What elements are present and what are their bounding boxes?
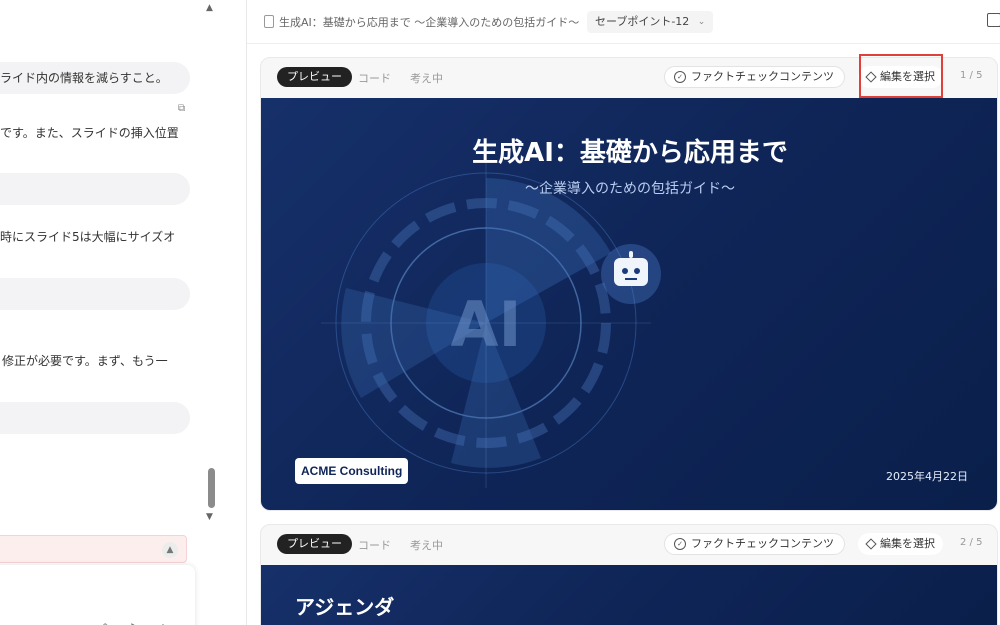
diamond-icon — [865, 71, 877, 83]
edit-select-button[interactable]: 編集を選択 — [858, 533, 943, 555]
edit-select-label: 編集を選択 — [880, 537, 935, 550]
edit-icon[interactable]: ⧉ — [178, 103, 185, 114]
tab-thinking[interactable]: 考え中 — [410, 537, 443, 553]
chat-panel: ライド内の情報を減らすこと。 ⧉ です。また、スライドの挿入位置 時にスライド5… — [0, 0, 220, 625]
page-indicator: 1 / 5 — [960, 70, 983, 81]
slide-preview[interactable]: AI 生成AI：基礎から応用まで ～企業導入のための包括ガイド～ ACME Co… — [261, 98, 997, 510]
add-icon[interactable]: + — [158, 621, 168, 625]
preview-panel: 生成AI：基礎から応用まで ～企業導入のための包括ガイド～ セーブポイント-12… — [246, 0, 1000, 625]
chat-message-text: です。また、スライドの挿入位置 — [0, 126, 179, 140]
card-toolbar: プレビュー コード 考え中 ✓ ファクトチェックコンテンツ 編集を選択 1 / … — [261, 58, 997, 98]
slide-card: プレビュー コード 考え中 ✓ ファクトチェックコンテンツ 編集を選択 2 / … — [260, 524, 998, 625]
tab-thinking[interactable]: 考え中 — [410, 70, 443, 86]
chat-message-bubble — [0, 402, 190, 434]
diamond-icon — [865, 538, 877, 550]
tab-code[interactable]: コード — [358, 70, 391, 86]
chat-message-bubble — [0, 278, 190, 310]
chat-message-bubble — [0, 173, 190, 205]
fact-check-label: ファクトチェックコンテンツ — [691, 537, 834, 550]
slide-preview[interactable]: アジェンダ — [261, 565, 997, 625]
chat-input-card[interactable]: ✎ ♪ + — [0, 565, 195, 625]
slide-subtitle: ～企業導入のための包括ガイド～ — [525, 181, 735, 197]
scrollbar-thumb[interactable] — [208, 468, 215, 508]
chat-message-bubble: ライド内の情報を減らすこと。 — [0, 62, 190, 94]
check-circle-icon: ✓ — [674, 71, 686, 83]
fact-check-button[interactable]: ✓ ファクトチェックコンテンツ — [664, 533, 845, 555]
ai-graphic-text: AI — [450, 288, 521, 361]
card-toolbar: プレビュー コード 考え中 ✓ ファクトチェックコンテンツ 編集を選択 2 / … — [261, 525, 997, 565]
chat-message-text: 修正が必要です。まず、もう一 — [2, 354, 168, 368]
slide-title: 生成AI：基礎から応用まで — [472, 138, 788, 168]
scroll-down-arrow[interactable]: ▼ — [206, 512, 213, 522]
tab-code[interactable]: コード — [358, 537, 391, 553]
slide-date: 2025年4月22日 — [886, 470, 968, 483]
check-circle-icon: ✓ — [674, 538, 686, 550]
preview-header: 生成AI：基礎から応用まで ～企業導入のための包括ガイド～ セーブポイント-12… — [247, 0, 1000, 44]
edit-select-label: 編集を選択 — [880, 70, 935, 83]
ai-circuit-graphic: AI — [321, 158, 651, 488]
chevron-up-icon[interactable]: ▲ — [162, 542, 178, 558]
slide-title: アジェンダ — [295, 595, 395, 619]
page-indicator: 2 / 5 — [960, 537, 983, 548]
chat-message-text: 時にスライド5は大幅にサイズオ — [0, 230, 176, 244]
company-badge: ACME Consulting — [295, 458, 409, 484]
attach-icon[interactable]: ✎ — [102, 621, 112, 625]
chat-message-text: ライド内の情報を減らすこと。 — [0, 71, 168, 85]
chevron-down-icon: ⌄ — [697, 17, 706, 27]
edit-select-button[interactable]: 編集を選択 — [858, 66, 943, 88]
tab-preview[interactable]: プレビュー — [277, 534, 352, 554]
notice-box[interactable]: ▲ — [0, 535, 187, 563]
robot-eye — [634, 268, 640, 274]
robot-eye — [622, 268, 628, 274]
doc-icon — [264, 15, 274, 28]
save-point-label: セーブポイント-12 — [595, 15, 690, 28]
external-link-icon[interactable] — [987, 13, 1000, 27]
document-title: 生成AI：基礎から応用まで ～企業導入のための包括ガイド～ — [279, 16, 580, 29]
robot-head — [614, 258, 648, 286]
robot-antenna — [629, 251, 633, 258]
mic-icon[interactable]: ♪ — [128, 621, 136, 625]
fact-check-label: ファクトチェックコンテンツ — [691, 70, 834, 83]
robot-icon — [601, 244, 661, 304]
save-point-select[interactable]: セーブポイント-12 ⌄ — [587, 11, 714, 33]
scroll-up-arrow[interactable]: ▲ — [206, 3, 213, 13]
fact-check-button[interactable]: ✓ ファクトチェックコンテンツ — [664, 66, 845, 88]
robot-mouth — [625, 278, 637, 280]
tab-preview[interactable]: プレビュー — [277, 67, 352, 87]
slide-card: プレビュー コード 考え中 ✓ ファクトチェックコンテンツ 編集を選択 1 / … — [260, 57, 998, 511]
